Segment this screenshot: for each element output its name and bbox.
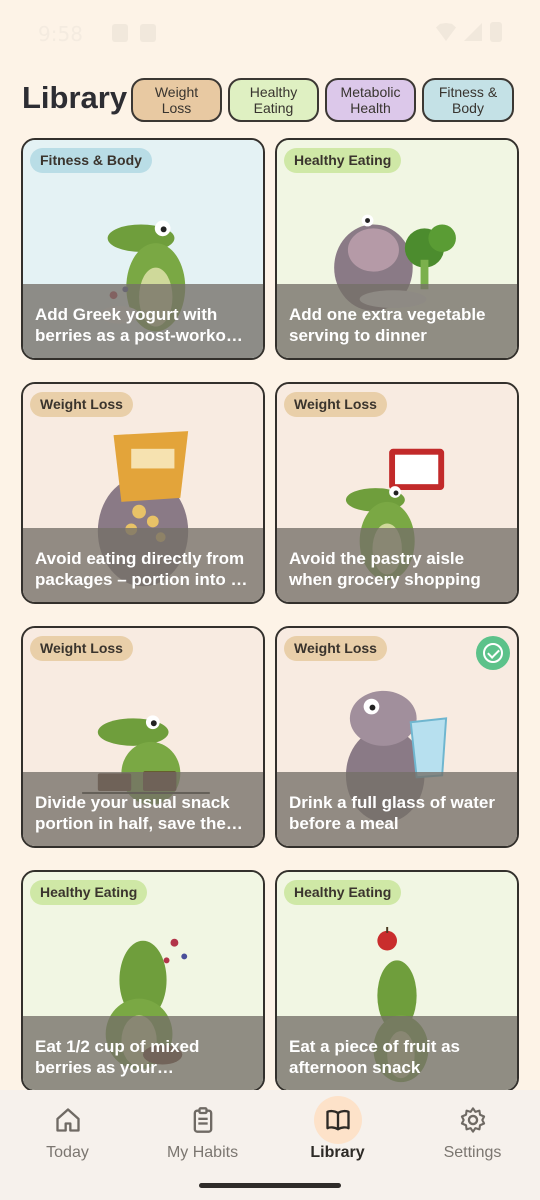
filter-chip-weight-loss[interactable]: Weight Loss <box>131 78 222 122</box>
nav-label: My Habits <box>166 1144 239 1161</box>
card-title: Eat a piece of fruit as afternoon snack <box>289 1037 460 1077</box>
category-badge: Healthy Eating <box>30 880 148 905</box>
battery-icon <box>490 22 502 42</box>
book-icon <box>314 1096 362 1144</box>
signal-icon <box>464 23 482 41</box>
home-icon <box>44 1096 92 1144</box>
wifi-icon <box>436 23 456 41</box>
card-title: Add one extra vegetable serving to dinne… <box>289 305 486 345</box>
habit-card[interactable]: Healthy Eating Eat a piece of fruit as a… <box>275 870 519 1092</box>
habit-card[interactable]: Weight Loss Avoid the pastry aisle when … <box>275 382 519 604</box>
card-overlay: Avoid the pastry aisle when grocery shop… <box>277 528 517 602</box>
card-overlay: Divide your usual snack portion in half,… <box>23 772 263 846</box>
nav-library[interactable]: Library <box>270 1090 405 1180</box>
category-badge: Healthy Eating <box>284 880 402 905</box>
habit-card[interactable]: Weight Loss Avoid eating directly from p… <box>21 382 265 604</box>
habit-card[interactable]: Fitness & Body Add Greek yogurt with ber… <box>21 138 265 360</box>
card-overlay: Drink a full glass of water before a mea… <box>277 772 517 846</box>
card-overlay: Eat a piece of fruit as afternoon snack <box>277 1016 517 1090</box>
nav-label: Settings <box>443 1144 502 1161</box>
status-bar: 9:58 <box>0 0 540 66</box>
filter-chip-fitness-body[interactable]: Fitness & Body <box>422 78 514 122</box>
nav-label: Library <box>310 1144 365 1161</box>
page-title: Library <box>22 80 128 115</box>
category-badge: Weight Loss <box>284 636 387 661</box>
clipboard-icon <box>179 1096 227 1144</box>
nav-settings[interactable]: Settings <box>405 1090 540 1180</box>
nav-today[interactable]: Today <box>0 1090 135 1180</box>
category-badge: Fitness & Body <box>30 148 152 173</box>
home-indicator <box>199 1183 341 1188</box>
card-title: Add Greek yogurt with berries as a post-… <box>35 305 242 345</box>
habit-card[interactable]: Weight Loss Divide your usual snack port… <box>21 626 265 848</box>
card-title: Drink a full glass of water before a mea… <box>289 793 495 833</box>
status-icons <box>436 22 502 42</box>
card-title: Eat 1/2 cup of mixed berries as your des… <box>35 1037 200 1077</box>
category-badge: Weight Loss <box>30 636 133 661</box>
habit-card[interactable]: Weight Loss Drink a full glass of water … <box>275 626 519 848</box>
card-title: Divide your usual snack portion in half,… <box>35 793 230 833</box>
habit-card[interactable]: Healthy Eating Eat 1/2 cup of mixed berr… <box>21 870 265 1092</box>
notification-icon <box>140 24 156 42</box>
category-badge: Healthy Eating <box>284 148 402 173</box>
card-overlay: Avoid eating directly from packages – po… <box>23 528 263 602</box>
category-badge: Weight Loss <box>30 392 133 417</box>
nav-my-habits[interactable]: My Habits <box>135 1090 270 1180</box>
card-overlay: Add Greek yogurt with berries as a post-… <box>23 284 263 358</box>
sim-card-icon <box>112 24 128 42</box>
gear-icon <box>449 1096 497 1144</box>
category-badge: Weight Loss <box>284 392 387 417</box>
filter-chip-healthy-eating[interactable]: Healthy Eating <box>228 78 319 122</box>
filter-chip-metabolic-health[interactable]: Metabolic Health <box>325 78 416 122</box>
card-title: Avoid eating directly from packages – po… <box>35 549 245 589</box>
card-overlay: Add one extra vegetable serving to dinne… <box>277 284 517 358</box>
status-time: 9:58 <box>38 22 83 46</box>
card-overlay: Eat 1/2 cup of mixed berries as your des… <box>23 1016 263 1090</box>
completed-check-icon[interactable] <box>476 636 510 670</box>
card-title: Avoid the pastry aisle when grocery shop… <box>289 549 481 589</box>
library-header: Library Weight Loss Healthy Eating Metab… <box>0 76 540 126</box>
nav-label: Today <box>46 1144 89 1161</box>
habit-card[interactable]: Healthy Eating Add one extra vegetable s… <box>275 138 519 360</box>
